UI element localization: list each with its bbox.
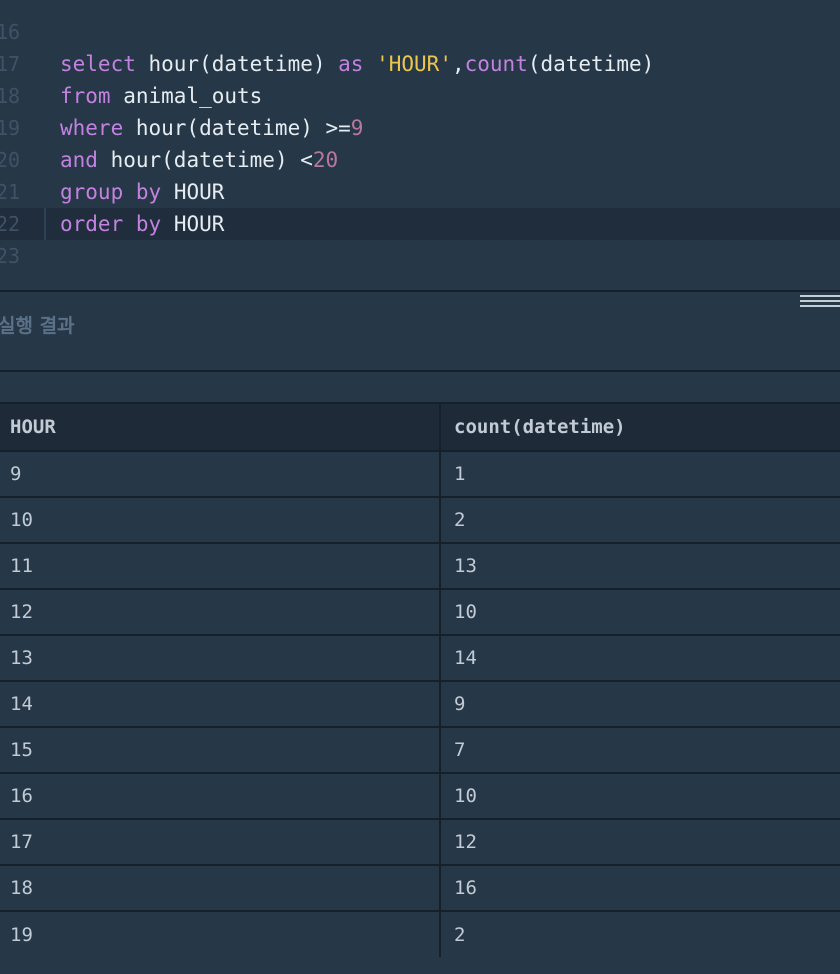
resize-handle-icon[interactable] — [800, 295, 840, 311]
code-token: order — [60, 212, 124, 236]
code-token: HOUR — [161, 212, 225, 236]
line-number: 20 — [0, 148, 21, 172]
code-token: where — [60, 116, 124, 140]
code-token: select — [60, 52, 136, 76]
cell-count: 13 — [440, 542, 840, 589]
code-token: from — [60, 84, 111, 108]
cell-hour: 10 — [0, 496, 441, 543]
code-text: select hour(datetime) as 'HOUR',count(da… — [60, 48, 654, 80]
code-text: and hour(datetime) <20 — [60, 144, 338, 176]
table-row: 17 12 — [0, 818, 840, 865]
code-line[interactable]: 23 — [0, 240, 840, 272]
cell-count: 10 — [440, 588, 840, 635]
column-header-count: count(datetime) — [440, 402, 840, 451]
cell-count: 14 — [440, 634, 840, 681]
code-token: as — [338, 52, 364, 76]
code-token: hour(datetime) — [135, 52, 339, 76]
code-text: group by HOUR — [60, 176, 224, 208]
code-line[interactable]: 17 select hour(datetime) as 'HOUR',count(… — [0, 48, 840, 80]
code-token: by — [135, 180, 162, 204]
code-token: 'HOUR' — [376, 52, 452, 76]
code-line[interactable]: 16 — [0, 16, 840, 48]
code-token: by — [135, 212, 162, 236]
cell-count: 10 — [440, 772, 840, 819]
table-row: 18 16 — [0, 864, 840, 911]
line-number: 22 — [0, 212, 21, 236]
code-token: and — [60, 148, 98, 172]
code-token: count — [464, 52, 528, 76]
cell-hour: 14 — [0, 680, 441, 727]
code-token: animal_outs — [110, 84, 263, 108]
sql-editor[interactable]: 16 17 select hour(datetime) as 'HOUR',coun… — [0, 0, 840, 290]
code-token: hour(datetime) >= — [123, 116, 351, 140]
line-number: 21 — [0, 180, 21, 204]
table-row: 13 14 — [0, 634, 840, 681]
cell-count: 16 — [440, 864, 840, 911]
code-line[interactable]: 22 order by HOUR — [0, 208, 840, 240]
panel-divider — [0, 370, 840, 372]
code-line[interactable]: 18 from animal_outs — [0, 80, 840, 112]
code-token: group — [60, 180, 124, 204]
code-text: where hour(datetime) >=9 — [60, 112, 363, 144]
cell-hour: 16 — [0, 772, 441, 819]
cell-hour: 18 — [0, 864, 441, 911]
cell-hour: 15 — [0, 726, 441, 773]
cell-count: 2 — [440, 496, 840, 543]
cell-hour: 12 — [0, 588, 441, 635]
cell-count: 1 — [440, 450, 840, 497]
table-row: 16 10 — [0, 772, 840, 819]
code-line[interactable]: 19 where hour(datetime) >=9 — [0, 112, 840, 144]
table-header-row: HOUR count(datetime) — [0, 402, 840, 451]
table-row: 91 — [0, 450, 840, 497]
cell-count: 9 — [440, 680, 840, 727]
code-token: HOUR — [161, 180, 225, 204]
line-number: 17 — [0, 52, 21, 76]
code-text: order by HOUR — [60, 208, 224, 240]
line-number: 18 — [0, 84, 21, 108]
table-row: 11 13 — [0, 542, 840, 589]
cell-hour: 17 — [0, 818, 441, 865]
table-row: 19 2 — [0, 910, 840, 957]
result-table: HOUR count(datetime) 9 1 10 2 11 13 12 10 13 14 14… — [0, 402, 840, 957]
table-row: 15 7 — [0, 726, 840, 773]
cell-hour: 13 — [0, 634, 441, 681]
code-token: 9 — [350, 116, 364, 140]
cell-hour: 9 — [0, 450, 441, 497]
code-line[interactable]: 20 and hour(datetime) <20 — [0, 144, 840, 176]
table-row: 10 2 — [0, 496, 840, 543]
cell-hour: 19 — [0, 910, 441, 957]
table-row: 12 10 — [0, 588, 840, 635]
line-number: 16 — [0, 20, 21, 44]
code-token: (datetime) — [527, 52, 655, 76]
active-line-marker — [44, 208, 46, 240]
result-panel-title: 실행 결과 — [0, 315, 75, 337]
code-token: hour(datetime) < — [97, 148, 313, 172]
cell-hour: 11 — [0, 542, 441, 589]
cell-count: 7 — [440, 726, 840, 773]
cell-count: 2 — [440, 910, 840, 957]
cell-count: 12 — [440, 818, 840, 865]
line-number: 19 — [0, 116, 21, 140]
column-header-hour: HOUR — [0, 402, 441, 451]
line-number: 23 — [0, 244, 21, 268]
code-text: from animal_outs — [60, 80, 262, 112]
code-line[interactable]: 21 group by HOUR — [0, 176, 840, 208]
table-row: 14 9 — [0, 680, 840, 727]
panel-divider — [0, 290, 840, 292]
code-token: 20 — [312, 148, 339, 172]
code-token: , — [451, 52, 465, 76]
